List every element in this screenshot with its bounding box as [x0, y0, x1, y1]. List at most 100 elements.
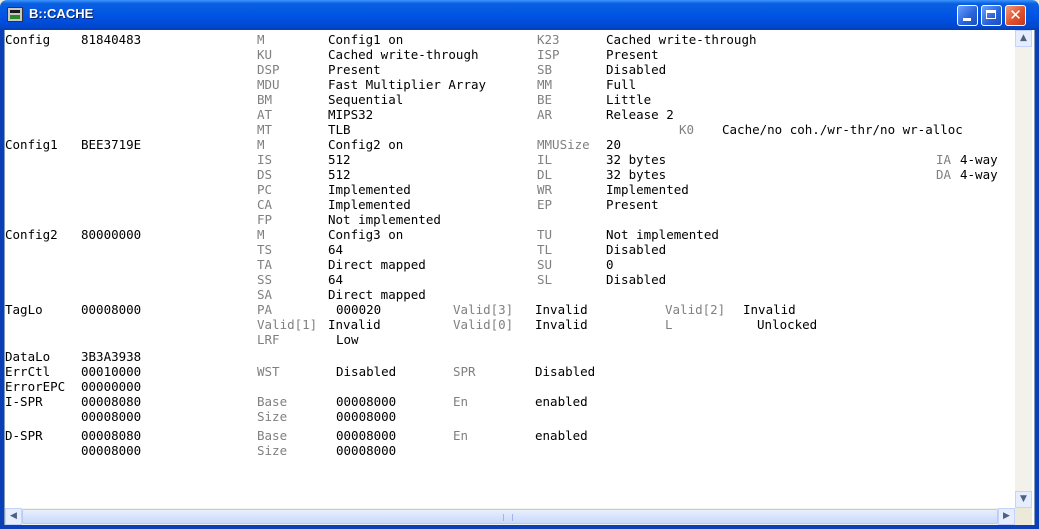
field-value: Full	[606, 77, 637, 92]
field-label: SA	[257, 287, 273, 302]
field-value: 4-way	[960, 167, 998, 182]
horizontal-scroll-thumb[interactable]	[22, 509, 998, 524]
field-value: Disabled	[336, 364, 397, 379]
field-value: 0	[606, 257, 614, 272]
field-label: WR	[537, 182, 553, 197]
field-label: MM	[537, 77, 553, 92]
field-value: Unlocked	[757, 317, 818, 332]
field-label: WST	[257, 364, 280, 379]
field-label: PA	[257, 302, 273, 317]
field-value: 00008000	[336, 409, 397, 424]
field-label: BM	[257, 92, 273, 107]
field-value: 20	[606, 137, 622, 152]
register-value: 00008000	[81, 302, 142, 317]
field-value: 32 bytes	[606, 167, 667, 182]
field-value: Cached write-through	[606, 32, 757, 47]
field-value: enabled	[535, 394, 588, 409]
field-label: Size	[257, 409, 288, 424]
field-value: Config2 on	[328, 137, 404, 152]
scroll-up-button[interactable]: ▲	[1015, 30, 1032, 47]
field-value: Invalid	[535, 317, 588, 332]
field-label: MDU	[257, 77, 280, 92]
register-value: 00008000	[81, 443, 142, 458]
field-label: TU	[537, 227, 553, 242]
field-value: 000020	[336, 302, 382, 317]
register-name: ErrorEPC	[5, 379, 66, 394]
field-label: SS	[257, 272, 273, 287]
field-value: Disabled	[606, 272, 667, 287]
field-value: 00008000	[336, 428, 397, 443]
field-value: Low	[336, 332, 359, 347]
field-value: 00008000	[336, 394, 397, 409]
field-value: 512	[328, 167, 351, 182]
field-value: Invalid	[328, 317, 381, 332]
register-value: 00008080	[81, 394, 142, 409]
field-label: SPR	[453, 364, 476, 379]
field-value: 64	[328, 242, 344, 257]
field-label: En	[453, 428, 469, 443]
register-value: 81840483	[81, 32, 142, 47]
register-view: Config 81840483 M Config1 on K23 Cached …	[5, 30, 1015, 508]
scroll-left-button[interactable]: ◀	[5, 508, 22, 525]
minimize-button[interactable]	[957, 5, 978, 26]
field-label: KU	[257, 47, 273, 62]
scroll-right-button[interactable]: ▶	[998, 508, 1015, 525]
field-label: TL	[537, 242, 553, 257]
scroll-down-icon: ▼	[1020, 494, 1027, 504]
app-icon[interactable]	[7, 7, 23, 22]
field-label: SU	[537, 257, 553, 272]
vertical-scrollbar[interactable]: ▲ ▼	[1015, 30, 1032, 508]
field-label: Valid[1]	[257, 317, 318, 332]
field-value: Disabled	[535, 364, 596, 379]
close-icon: ✕	[1009, 6, 1022, 24]
field-label: TS	[257, 242, 273, 257]
field-value: 512	[328, 152, 351, 167]
field-value: Release 2	[606, 107, 674, 122]
maximize-button[interactable]	[981, 5, 1002, 26]
field-label: SL	[537, 272, 553, 287]
field-label: AT	[257, 107, 273, 122]
field-label: Valid[2]	[665, 302, 726, 317]
field-value: TLB	[328, 122, 351, 137]
field-value: Implemented	[328, 182, 411, 197]
size-grip[interactable]	[1015, 508, 1032, 525]
field-value: Sequential	[328, 92, 404, 107]
register-name: Config2	[5, 227, 58, 242]
register-name: D-SPR	[5, 428, 43, 443]
field-label: IS	[257, 152, 273, 167]
field-label: FP	[257, 212, 273, 227]
field-label: DSP	[257, 62, 280, 77]
field-label: IA	[936, 152, 952, 167]
field-value: Disabled	[606, 62, 667, 77]
field-value: 64	[328, 272, 344, 287]
register-name: DataLo	[5, 349, 51, 364]
field-value: Implemented	[606, 182, 689, 197]
title-bar[interactable]: B::CACHE ✕	[0, 0, 1039, 30]
register-value: 80000000	[81, 227, 142, 242]
field-label: M	[257, 227, 265, 242]
field-label: Base	[257, 394, 288, 409]
register-value: 00010000	[81, 364, 142, 379]
field-label: MT	[257, 122, 273, 137]
field-value: Present	[606, 47, 659, 62]
scroll-grip-icon	[503, 514, 513, 521]
close-button[interactable]: ✕	[1005, 5, 1026, 26]
field-value: 32 bytes	[606, 152, 667, 167]
field-value: Fast Multiplier Array	[328, 77, 487, 92]
field-label: LRF	[257, 332, 280, 347]
field-value: 4-way	[960, 152, 998, 167]
field-value: Direct mapped	[328, 257, 426, 272]
window-title: B::CACHE	[29, 6, 94, 21]
scroll-down-button[interactable]: ▼	[1015, 491, 1032, 508]
field-value: Present	[606, 197, 659, 212]
register-name: I-SPR	[5, 394, 43, 409]
field-value: Config1 on	[328, 32, 404, 47]
horizontal-scrollbar[interactable]: ◀ ▶	[5, 508, 1015, 525]
field-label: K0	[679, 122, 695, 137]
field-value: Little	[606, 92, 652, 107]
field-label: DL	[537, 167, 553, 182]
field-value: Not implemented	[328, 212, 441, 227]
field-label: DA	[936, 167, 952, 182]
register-name: ErrCtl	[5, 364, 51, 379]
register-value: BEE3719E	[81, 137, 142, 152]
